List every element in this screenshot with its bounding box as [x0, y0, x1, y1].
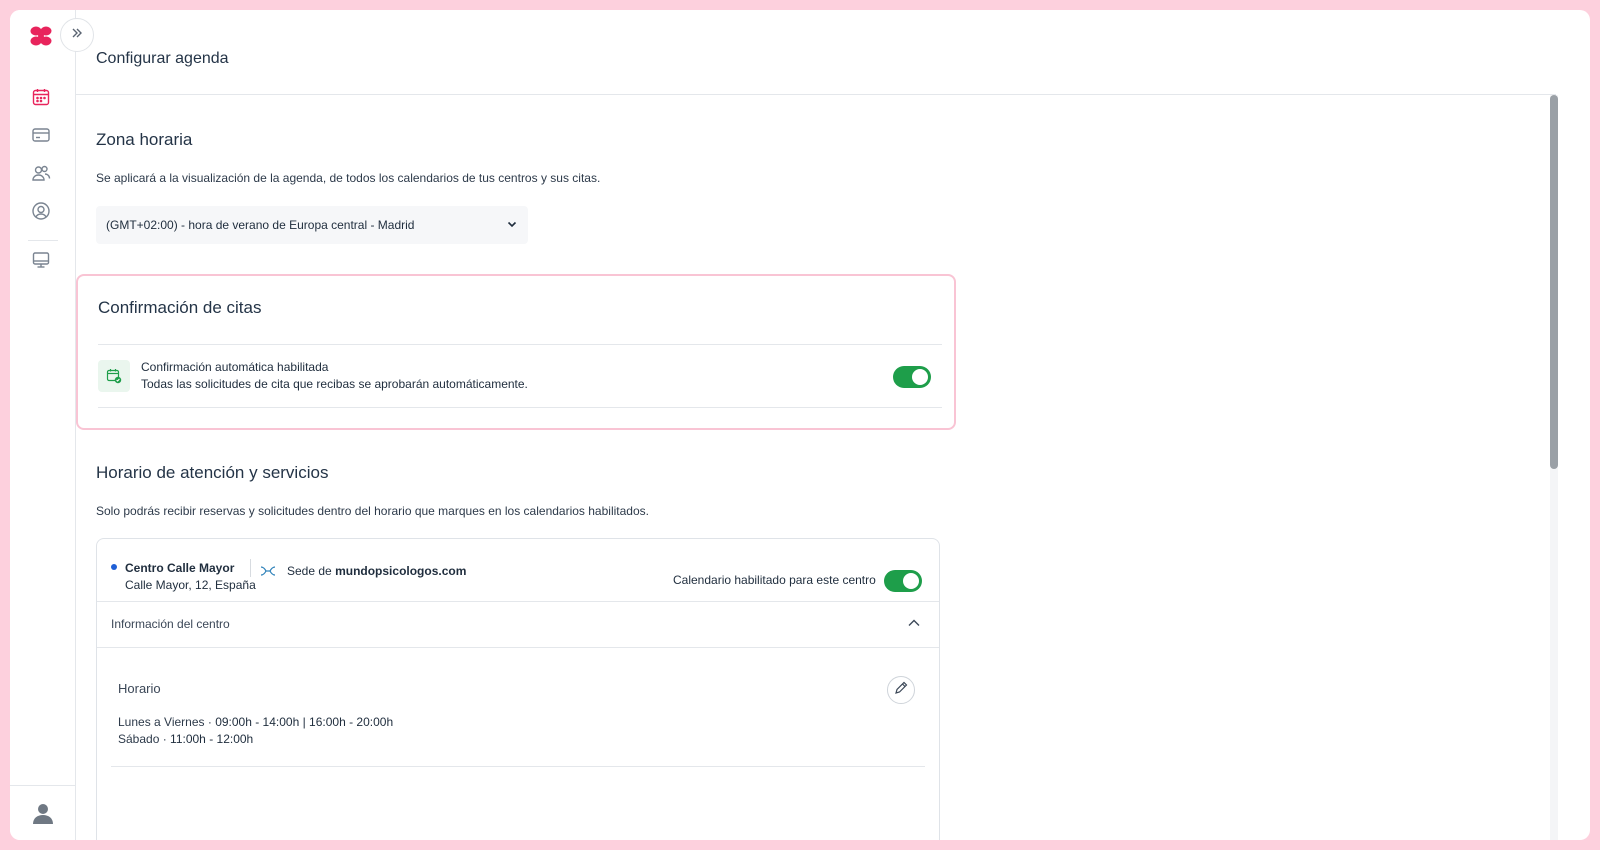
- sidebar-divider: [28, 240, 58, 241]
- hours-line-saturday: Sábado · 11:00h - 12:00h: [118, 732, 253, 746]
- users-icon: [32, 165, 51, 181]
- calendar-enabled-toggle[interactable]: [884, 570, 922, 592]
- chevrons-right-icon: [70, 26, 84, 45]
- scrollbar-thumb[interactable]: [1550, 95, 1558, 469]
- divider: [111, 766, 925, 767]
- credit-card-icon: [32, 128, 50, 142]
- sidebar-item-patients[interactable]: [30, 162, 52, 184]
- calendar-icon: [32, 89, 50, 106]
- page-header: Configurar agenda: [76, 10, 1556, 95]
- hours-days: Lunes a Viernes ·: [118, 715, 212, 729]
- main-content: Configurar agenda Zona horaria Se aplica…: [76, 10, 1590, 840]
- logo-icon[interactable]: [30, 25, 52, 47]
- monitor-icon: [32, 252, 50, 268]
- pencil-icon: [894, 681, 908, 700]
- horario-title: Horario: [118, 681, 161, 696]
- confirmation-title: Confirmación de citas: [98, 298, 262, 317]
- expand-sidebar-button[interactable]: [60, 18, 94, 52]
- hours-days: Sábado ·: [118, 732, 167, 746]
- toggle-knob: [912, 369, 928, 385]
- center-info-accordion[interactable]: Información del centro: [97, 602, 939, 648]
- timezone-description: Se aplicará a la visualización de la age…: [96, 171, 601, 185]
- toggle-knob: [903, 573, 919, 589]
- status-dot: [111, 564, 117, 570]
- hours-times: 09:00h - 14:00h | 16:00h - 20:00h: [215, 715, 394, 729]
- schedule-title: Horario de atención y servicios: [96, 463, 329, 482]
- hours-times: 11:00h - 12:00h: [170, 732, 254, 746]
- mundopsicologos-logo-icon: [259, 562, 277, 580]
- center-header: Centro Calle Mayor Calle Mayor, 12, Espa…: [97, 539, 939, 602]
- sede-text: Sede de mundopsicologos.com: [287, 564, 466, 578]
- sidebar: [10, 10, 94, 840]
- edit-horario-button[interactable]: [887, 676, 915, 704]
- calendar-check-icon: [98, 360, 130, 392]
- chevron-up-icon[interactable]: [907, 616, 921, 635]
- center-address: Calle Mayor, 12, España: [125, 578, 256, 592]
- auto-confirmation-description: Todas las solicitudes de cita que reciba…: [141, 377, 528, 391]
- schedule-description: Solo podrás recibir reservas y solicitud…: [96, 504, 649, 518]
- timezone-selected-value: (GMT+02:00) - hora de verano de Europa c…: [106, 218, 415, 232]
- user-circle-icon: [32, 202, 50, 220]
- scrollbar[interactable]: [1550, 95, 1558, 840]
- sede-site[interactable]: mundopsicologos.com: [335, 564, 466, 578]
- sidebar-item-payments[interactable]: [30, 124, 52, 146]
- timezone-title: Zona horaria: [96, 130, 193, 149]
- user-menu[interactable]: [10, 785, 76, 840]
- page-title: Configurar agenda: [96, 50, 229, 67]
- divider: [250, 559, 251, 577]
- auto-confirmation-row: Confirmación automática habilitada Todas…: [98, 344, 942, 408]
- calendar-enabled-label: Calendario habilitado para este centro: [673, 573, 876, 587]
- sidebar-item-website[interactable]: [30, 249, 52, 271]
- timezone-select[interactable]: (GMT+02:00) - hora de verano de Europa c…: [96, 206, 528, 244]
- hours-line-weekdays: Lunes a Viernes · 09:00h - 14:00h | 16:0…: [118, 715, 393, 729]
- avatar-icon: [33, 804, 53, 824]
- center-name: Centro Calle Mayor: [125, 561, 235, 575]
- auto-confirmation-label: Confirmación automática habilitada: [141, 360, 329, 374]
- sidebar-item-profile[interactable]: [30, 200, 52, 222]
- center-info-label: Información del centro: [111, 617, 230, 631]
- sede-prefix: Sede de: [287, 564, 332, 578]
- center-card: Centro Calle Mayor Calle Mayor, 12, Espa…: [96, 538, 940, 840]
- sidebar-item-calendar[interactable]: [30, 86, 52, 108]
- app-window: Configurar agenda Zona horaria Se aplica…: [10, 10, 1590, 840]
- confirmation-section: Confirmación de citas Confirmación autom…: [76, 274, 956, 430]
- auto-confirmation-toggle[interactable]: [893, 366, 931, 388]
- chevron-down-icon: [506, 218, 518, 233]
